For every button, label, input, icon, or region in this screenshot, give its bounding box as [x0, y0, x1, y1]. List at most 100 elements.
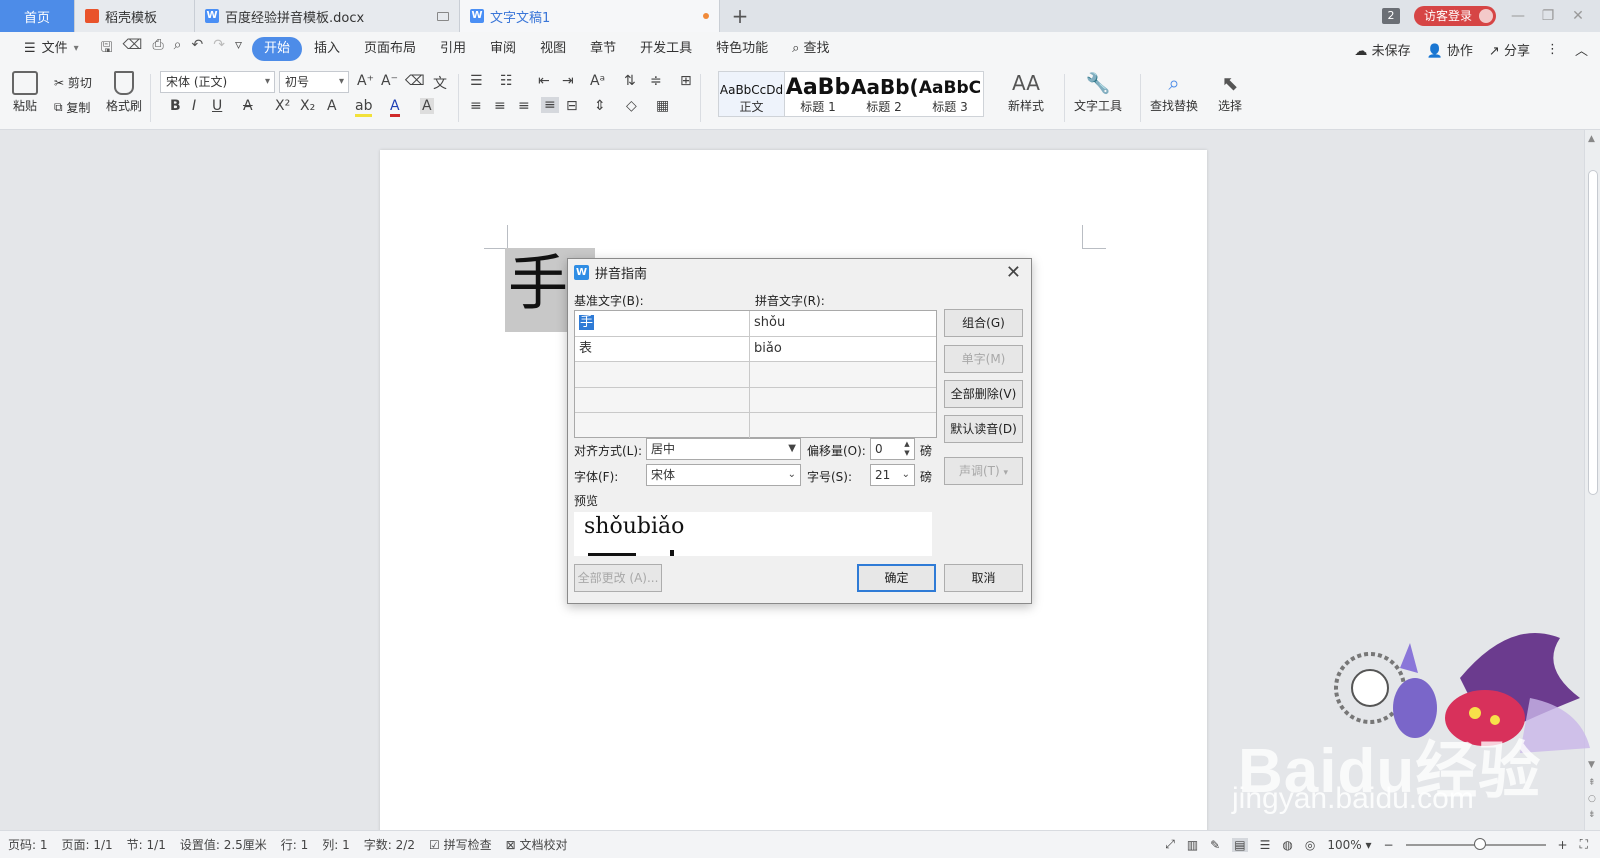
- menu-section[interactable]: 章节: [578, 37, 628, 61]
- char-shading-icon[interactable]: A: [420, 98, 434, 114]
- style-heading-3[interactable]: AaBbC 标题 3: [917, 72, 983, 116]
- copy-button[interactable]: ⧉ 复制: [54, 99, 90, 116]
- status-page[interactable]: 页码: 1: [8, 836, 48, 853]
- menu-review[interactable]: 审阅: [478, 37, 528, 61]
- strikethrough-icon[interactable]: A: [243, 98, 253, 114]
- bold-icon[interactable]: B: [170, 98, 181, 114]
- menu-references[interactable]: 引用: [428, 37, 478, 61]
- unsaved-status[interactable]: ☁ 未保存: [1354, 40, 1410, 59]
- fullscreen-icon[interactable]: ⤢: [1165, 837, 1175, 852]
- increase-indent-icon[interactable]: ⇥: [562, 73, 574, 89]
- reading-mode-icon[interactable]: ▥: [1187, 838, 1198, 852]
- undo-icon[interactable]: ↶: [191, 37, 203, 61]
- status-words[interactable]: 字数: 2/2: [364, 836, 415, 853]
- menu-view[interactable]: 视图: [528, 37, 578, 61]
- font-select[interactable]: 宋体 ⌄: [646, 464, 801, 486]
- menu-search[interactable]: ⌕ 查找: [780, 37, 841, 61]
- ok-button[interactable]: 确定: [857, 564, 936, 592]
- find-replace-button[interactable]: ⌕ 查找替换: [1150, 71, 1198, 114]
- align-right-icon[interactable]: ≡: [518, 98, 530, 114]
- fit-page-icon[interactable]: ⛶: [1580, 837, 1588, 852]
- bullet-list-icon[interactable]: ☰: [470, 73, 483, 89]
- delete-all-button[interactable]: 全部删除(V): [944, 380, 1023, 408]
- print-preview-icon[interactable]: ⌕: [174, 37, 182, 61]
- save-icon[interactable]: 🖫: [101, 37, 113, 61]
- paragraph-spacing-icon[interactable]: ⇕: [594, 98, 606, 114]
- edit-mode-icon[interactable]: ✎: [1210, 838, 1220, 852]
- size-select[interactable]: 21 ⌄: [870, 464, 915, 486]
- scroll-thumb[interactable]: [1588, 170, 1598, 495]
- zoom-slider-knob[interactable]: [1473, 837, 1486, 850]
- tab-document-active[interactable]: W 文字文稿1: [460, 0, 720, 32]
- shading-icon[interactable]: ◇: [626, 98, 637, 114]
- alignment-select[interactable]: 居中 ▼: [646, 438, 801, 460]
- spell-check-button[interactable]: ☑ 拼写检查: [429, 836, 492, 853]
- cut-button[interactable]: ✂ 剪切: [54, 74, 92, 91]
- select-button[interactable]: ⬉ 选择: [1218, 71, 1242, 114]
- justify-icon[interactable]: ≡: [541, 97, 559, 113]
- tab-home[interactable]: 首页: [0, 0, 75, 32]
- tab-daoke-templates[interactable]: 稻壳模板: [75, 0, 195, 32]
- status-pages[interactable]: 页面: 1/1: [62, 836, 113, 853]
- cancel-button[interactable]: 取消: [944, 564, 1023, 592]
- font-size-select[interactable]: 初号: [279, 71, 349, 93]
- tab-document-template[interactable]: W 百度经验拼音模板.docx: [195, 0, 460, 32]
- group-button[interactable]: 组合(G): [944, 309, 1023, 337]
- format-painter-quick-icon[interactable]: ⌫: [123, 37, 143, 61]
- decrease-indent-icon[interactable]: ⇤: [538, 73, 550, 89]
- font-name-select[interactable]: 宋体 (正文): [160, 71, 275, 93]
- menu-developer[interactable]: 开发工具: [628, 37, 704, 61]
- document-text[interactable]: 手: [508, 254, 568, 314]
- status-section[interactable]: 节: 1/1: [127, 836, 166, 853]
- align-left-icon[interactable]: ≡: [470, 98, 482, 114]
- sort-icon[interactable]: ⇅: [624, 73, 636, 89]
- new-tab-button[interactable]: +: [720, 0, 760, 32]
- close-window-icon[interactable]: ✕: [1570, 8, 1586, 24]
- pinyin-text-input[interactable]: shǒu: [750, 311, 936, 336]
- zoom-level[interactable]: 100% ▾: [1327, 838, 1371, 852]
- highlight-icon[interactable]: ab: [355, 98, 373, 117]
- minimize-icon[interactable]: —: [1510, 8, 1526, 24]
- pinyin-text-input[interactable]: biǎo: [750, 336, 936, 361]
- subscript-icon[interactable]: X₂: [300, 98, 315, 114]
- increase-font-icon[interactable]: A⁺: [357, 73, 374, 89]
- superscript-icon[interactable]: X²: [275, 98, 290, 114]
- phonetic-guide-icon[interactable]: 文: [433, 73, 447, 93]
- share-button[interactable]: ↗ 分享: [1489, 40, 1530, 59]
- scroll-up-icon[interactable]: ▲: [1588, 134, 1595, 144]
- web-view-icon[interactable]: ◍: [1282, 838, 1292, 852]
- borders-icon[interactable]: ▦: [656, 98, 669, 114]
- zoom-in-icon[interactable]: +: [1558, 838, 1568, 852]
- menu-home[interactable]: 开始: [251, 37, 302, 61]
- prev-page-icon[interactable]: ⇞: [1588, 778, 1596, 788]
- text-direction-icon[interactable]: Aᵃ: [590, 73, 605, 89]
- more-options-icon[interactable]: ⋮: [1546, 42, 1559, 57]
- offset-stepper[interactable]: 0 ▲ ▼: [870, 438, 915, 460]
- status-setting[interactable]: 设置值: 2.5厘米: [180, 836, 267, 853]
- window-count-badge[interactable]: 2: [1381, 8, 1400, 24]
- zoom-slider[interactable]: [1405, 837, 1546, 850]
- file-menu[interactable]: ☰ 文件 ▾: [12, 37, 91, 61]
- print-icon[interactable]: ⎙: [152, 37, 163, 61]
- spinner-arrows-icon[interactable]: ▲ ▼: [901, 440, 913, 458]
- style-normal[interactable]: AaBbCcDd 正文: [719, 72, 785, 116]
- collapse-ribbon-icon[interactable]: ︿: [1575, 40, 1588, 59]
- distributed-align-icon[interactable]: ⊟: [566, 98, 578, 114]
- zoom-out-icon[interactable]: −: [1383, 838, 1393, 852]
- eye-care-icon[interactable]: ◎: [1305, 838, 1315, 852]
- line-spacing-icon[interactable]: ≑: [650, 73, 662, 89]
- table-border-icon[interactable]: ⊞: [680, 73, 692, 89]
- customize-icon[interactable]: ▿: [235, 37, 242, 61]
- restore-icon[interactable]: ❐: [1540, 8, 1556, 24]
- align-center-icon[interactable]: ≡: [494, 98, 506, 114]
- text-effect-icon[interactable]: A: [327, 98, 337, 114]
- decrease-font-icon[interactable]: A⁻: [381, 73, 398, 89]
- base-text-input[interactable]: 手: [575, 311, 750, 336]
- dialog-title-bar[interactable]: W 拼音指南: [568, 259, 1031, 285]
- close-icon[interactable]: ✕: [1006, 262, 1021, 283]
- outline-view-icon[interactable]: ☰: [1260, 838, 1271, 852]
- underline-icon[interactable]: U: [212, 98, 222, 114]
- monitor-icon[interactable]: [437, 11, 449, 21]
- proofread-button[interactable]: ⊠ 文档校对: [506, 836, 568, 853]
- numbered-list-icon[interactable]: ☷: [500, 73, 513, 89]
